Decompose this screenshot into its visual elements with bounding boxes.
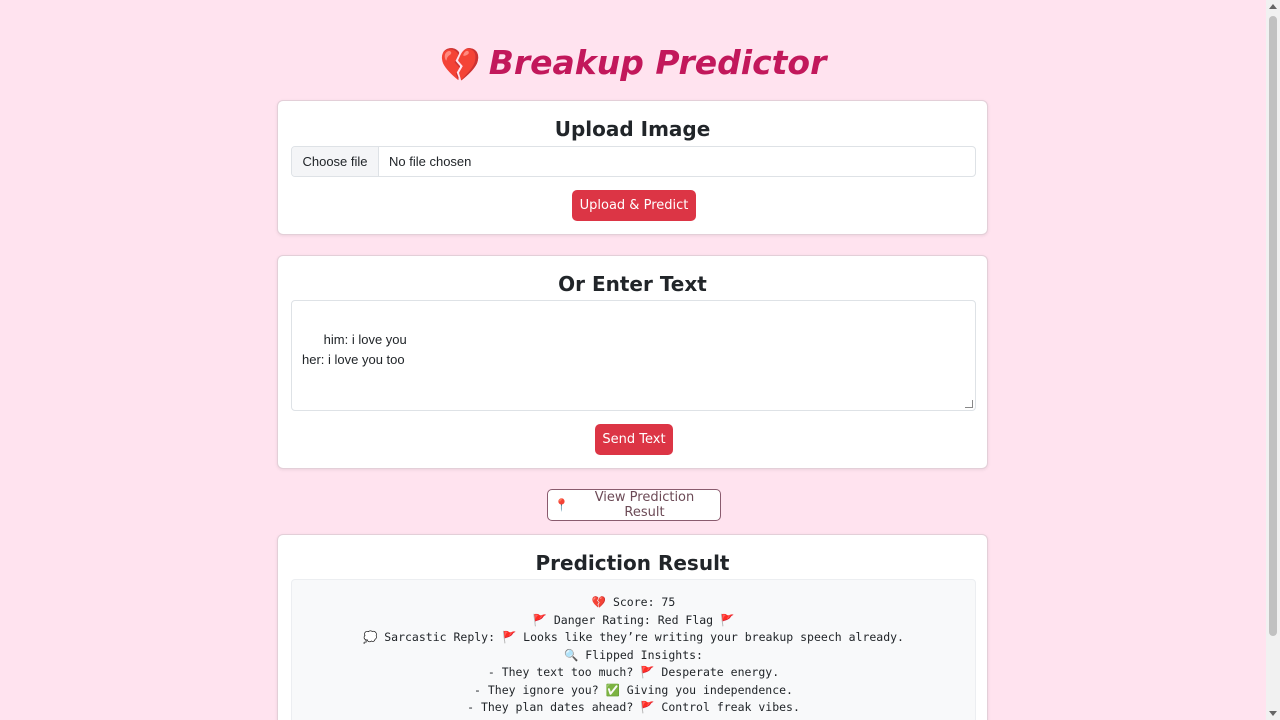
conversation-text: him: i love you her: i love you too	[302, 332, 407, 367]
view-prediction-label: View Prediction Result	[594, 490, 695, 520]
text-card: Or Enter Text him: i love you her: i lov…	[277, 255, 988, 469]
choose-file-button[interactable]: Choose file	[292, 147, 379, 176]
pushpin-icon: 📍	[554, 498, 569, 512]
page-title: 💔 Breakup Predictor	[0, 40, 1266, 86]
text-heading: Or Enter Text	[558, 272, 707, 296]
upload-predict-button[interactable]: Upload & Predict	[572, 190, 696, 221]
result-heading: Prediction Result	[535, 551, 730, 575]
page: 💔 Breakup Predictor Upload Image Choose f…	[0, 0, 1266, 720]
upload-heading: Upload Image	[554, 117, 711, 141]
upload-card: Upload Image Choose file No file chosen …	[277, 100, 988, 235]
page-scrollbar[interactable]	[1266, 0, 1280, 720]
conversation-textarea[interactable]: him: i love you her: i love you too	[291, 300, 976, 411]
file-input[interactable]: Choose file No file chosen	[291, 146, 976, 177]
scroll-up-icon[interactable]	[1269, 4, 1277, 9]
send-text-button[interactable]: Send Text	[595, 424, 673, 455]
result-line-insight-3: - They plan dates ahead? 🚩 Control freak…	[467, 700, 800, 714]
result-line-insights: 🔍 Flipped Insights:	[564, 647, 703, 662]
view-prediction-button[interactable]: 📍 View Prediction Result	[547, 489, 721, 521]
result-box: 💔 Score: 75 🚩 Danger Rating: Red Flag 🚩 …	[291, 579, 976, 720]
result-line-insight-2: - They ignore you? ✅ Giving you independ…	[474, 682, 793, 697]
resize-handle[interactable]	[965, 400, 973, 408]
file-status: No file chosen	[389, 154, 472, 169]
result-line-reply: 💭 Sarcastic Reply: 🚩 Looks like they’re …	[363, 630, 904, 644]
page-title-text: Breakup Predictor	[488, 43, 827, 82]
broken-heart-icon: 💔	[439, 45, 481, 84]
result-line-danger: 🚩 Danger Rating: Red Flag 🚩	[532, 612, 735, 627]
scroll-down-icon[interactable]	[1269, 711, 1277, 716]
result-card: Prediction Result 💔 Score: 75 🚩 Danger R…	[277, 534, 988, 720]
scrollbar-thumb[interactable]	[1269, 16, 1277, 636]
result-line-insight-1: - They text too much? 🚩 Desperate energy…	[487, 665, 780, 679]
result-line-score: 💔 Score: 75	[591, 595, 676, 609]
